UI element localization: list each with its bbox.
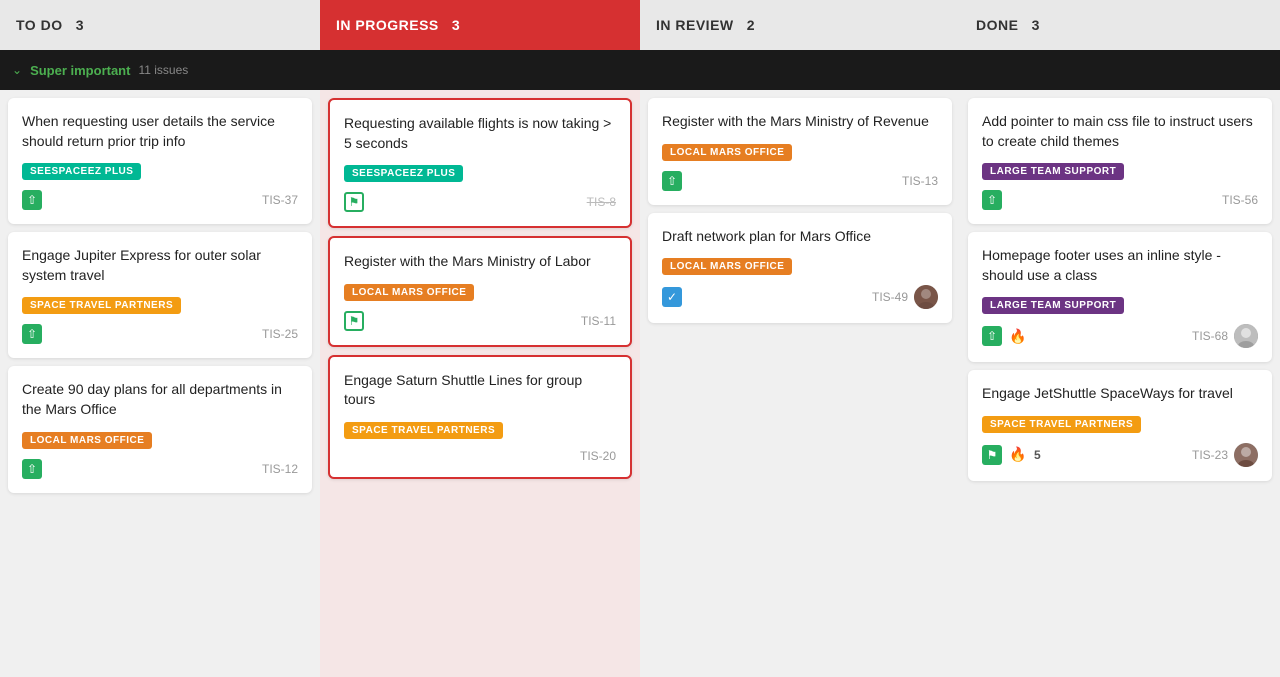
card-tis25[interactable]: Engage Jupiter Express for outer solar s… [8, 232, 312, 358]
bookmark-outline-icon: ⚑ [344, 311, 364, 331]
card-tis13[interactable]: Register with the Mars Ministry of Reven… [648, 98, 952, 205]
priority-up-icon: ⇧ [22, 459, 42, 479]
card-tis23-footer: ⚑ 🔥 5 TIS-23 [982, 443, 1258, 467]
card-tis12-id: TIS-12 [262, 462, 298, 476]
tag-local-mars-office-4: LOCAL MARS OFFICE [662, 258, 792, 275]
card-tis13-footer: ⇧ TIS-13 [662, 171, 938, 191]
check-icon: ✓ [662, 287, 682, 307]
card-tis68-footer: ⇧ 🔥 TIS-68 [982, 324, 1258, 348]
group-label: Super important [30, 63, 130, 78]
inreview-column: Register with the Mars Ministry of Reven… [640, 90, 960, 677]
col-header-done: DONE 3 [960, 0, 1280, 50]
card-tis11-footer: ⚑ TIS-11 [344, 311, 616, 331]
inprogress-column: Requesting available flights is now taki… [320, 90, 640, 677]
card-tis12-title: Create 90 day plans for all departments … [22, 380, 298, 419]
card-tis23[interactable]: Engage JetShuttle SpaceWays for travel S… [968, 370, 1272, 481]
tag-space-travel-partners-2: SPACE TRAVEL PARTNERS [344, 422, 503, 439]
inprogress-label: IN PROGRESS 3 [336, 17, 460, 33]
badge-count: 5 [1034, 448, 1041, 462]
group-chevron-icon[interactable]: ⌄ [12, 63, 22, 77]
card-tis20[interactable]: Engage Saturn Shuttle Lines for group to… [328, 355, 632, 479]
card-tis8-title: Requesting available flights is now taki… [344, 114, 616, 153]
tag-local-mars-office: LOCAL MARS OFFICE [22, 432, 152, 449]
tag-large-team-support-2: LARGE TEAM SUPPORT [982, 297, 1124, 314]
card-tis20-title: Engage Saturn Shuttle Lines for group to… [344, 371, 616, 410]
group-issues-count: 11 issues [138, 63, 188, 77]
todo-column: When requesting user details the service… [0, 90, 320, 677]
avatar-tis49 [914, 285, 938, 309]
card-tis56[interactable]: Add pointer to main css file to instruct… [968, 98, 1272, 224]
card-tis49-footer: ✓ TIS-49 [662, 285, 938, 309]
bookmark-outline-icon: ⚑ [344, 192, 364, 212]
card-tis68-id: TIS-68 [1192, 329, 1228, 343]
priority-up-icon: ⇧ [22, 324, 42, 344]
priority-up-icon: ⇧ [22, 190, 42, 210]
card-tis68-title: Homepage footer uses an inline style - s… [982, 246, 1258, 285]
bookmark-icon: ⚑ [982, 445, 1002, 465]
tag-seespaceez-plus: SEESPACEEZ PLUS [22, 163, 141, 180]
done-column: Add pointer to main css file to instruct… [960, 90, 1280, 677]
tag-space-travel-partners-3: SPACE TRAVEL PARTNERS [982, 416, 1141, 433]
card-tis49-id: TIS-49 [872, 290, 908, 304]
inreview-label: IN REVIEW 2 [656, 17, 755, 33]
card-tis8-id: TIS-8 [587, 195, 616, 209]
priority-up-icon: ⇧ [982, 190, 1002, 210]
col-header-inprogress: IN PROGRESS 3 [320, 0, 640, 50]
tag-local-mars-office-3: LOCAL MARS OFFICE [662, 144, 792, 161]
columns-body: When requesting user details the service… [0, 90, 1280, 677]
avatar-tis68 [1234, 324, 1258, 348]
priority-up-icon: ⇧ [982, 326, 1002, 346]
group-header: ⌄ Super important 11 issues [0, 50, 1280, 90]
done-label: DONE 3 [976, 17, 1040, 33]
card-tis37-title: When requesting user details the service… [22, 112, 298, 151]
card-tis25-id: TIS-25 [262, 327, 298, 341]
card-tis13-title: Register with the Mars Ministry of Reven… [662, 112, 938, 132]
card-tis25-title: Engage Jupiter Express for outer solar s… [22, 246, 298, 285]
card-tis56-footer: ⇧ TIS-56 [982, 190, 1258, 210]
card-tis37[interactable]: When requesting user details the service… [8, 98, 312, 224]
fire-icon-2: 🔥 [1008, 445, 1028, 465]
tag-large-team-support: LARGE TEAM SUPPORT [982, 163, 1124, 180]
board: TO DO 3 IN PROGRESS 3 IN REVIEW 2 DONE 3… [0, 0, 1280, 677]
card-tis11-id: TIS-11 [581, 314, 616, 328]
tag-local-mars-office-2: LOCAL MARS OFFICE [344, 284, 474, 301]
col-header-todo: TO DO 3 [0, 0, 320, 50]
card-tis37-id: TIS-37 [262, 193, 298, 207]
card-tis13-id: TIS-13 [902, 174, 938, 188]
card-tis12[interactable]: Create 90 day plans for all departments … [8, 366, 312, 492]
tag-space-travel-partners: SPACE TRAVEL PARTNERS [22, 297, 181, 314]
card-tis11[interactable]: Register with the Mars Ministry of Labor… [328, 236, 632, 347]
card-tis12-footer: ⇧ TIS-12 [22, 459, 298, 479]
card-tis23-title: Engage JetShuttle SpaceWays for travel [982, 384, 1258, 404]
card-tis49-title: Draft network plan for Mars Office [662, 227, 938, 247]
card-tis23-id: TIS-23 [1192, 448, 1228, 462]
card-tis11-title: Register with the Mars Ministry of Labor [344, 252, 616, 272]
card-tis49[interactable]: Draft network plan for Mars Office LOCAL… [648, 213, 952, 324]
card-tis56-title: Add pointer to main css file to instruct… [982, 112, 1258, 151]
card-tis25-footer: ⇧ TIS-25 [22, 324, 298, 344]
priority-up-icon: ⇧ [662, 171, 682, 191]
card-tis68[interactable]: Homepage footer uses an inline style - s… [968, 232, 1272, 362]
card-tis8[interactable]: Requesting available flights is now taki… [328, 98, 632, 228]
tag-seespaceez-plus-2: SEESPACEEZ PLUS [344, 165, 463, 182]
col-header-inreview: IN REVIEW 2 [640, 0, 960, 50]
fire-icon: 🔥 [1008, 326, 1028, 346]
card-tis37-footer: ⇧ TIS-37 [22, 190, 298, 210]
card-tis8-footer: ⚑ TIS-8 [344, 192, 616, 212]
card-tis20-footer: TIS-20 [344, 449, 616, 463]
todo-label: TO DO 3 [16, 17, 84, 33]
card-tis20-id: TIS-20 [580, 449, 616, 463]
avatar-tis23 [1234, 443, 1258, 467]
card-tis56-id: TIS-56 [1222, 193, 1258, 207]
columns-header: TO DO 3 IN PROGRESS 3 IN REVIEW 2 DONE 3 [0, 0, 1280, 50]
